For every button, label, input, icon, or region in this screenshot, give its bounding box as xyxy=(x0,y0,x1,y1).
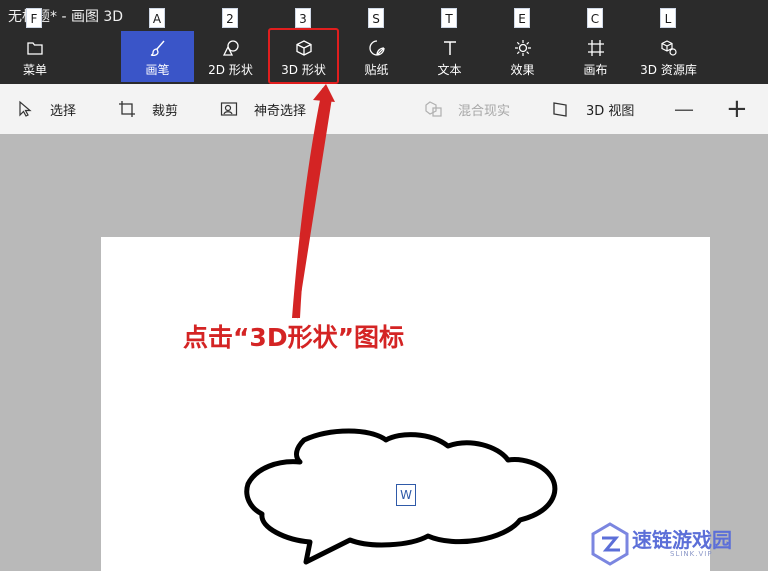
canvas-drawing xyxy=(244,84,558,565)
annotation-text: 点击“3D形状”图标 xyxy=(183,323,405,352)
watermark-subtext: SLINK.VIP xyxy=(670,550,713,558)
annotation-arrow xyxy=(297,88,332,320)
text-marker: W xyxy=(396,484,416,506)
watermark: 速链游戏园 SLINK.VIP xyxy=(590,520,760,568)
watermark-text: 速链游戏园 xyxy=(632,528,732,552)
watermark-logo-icon xyxy=(591,522,629,566)
